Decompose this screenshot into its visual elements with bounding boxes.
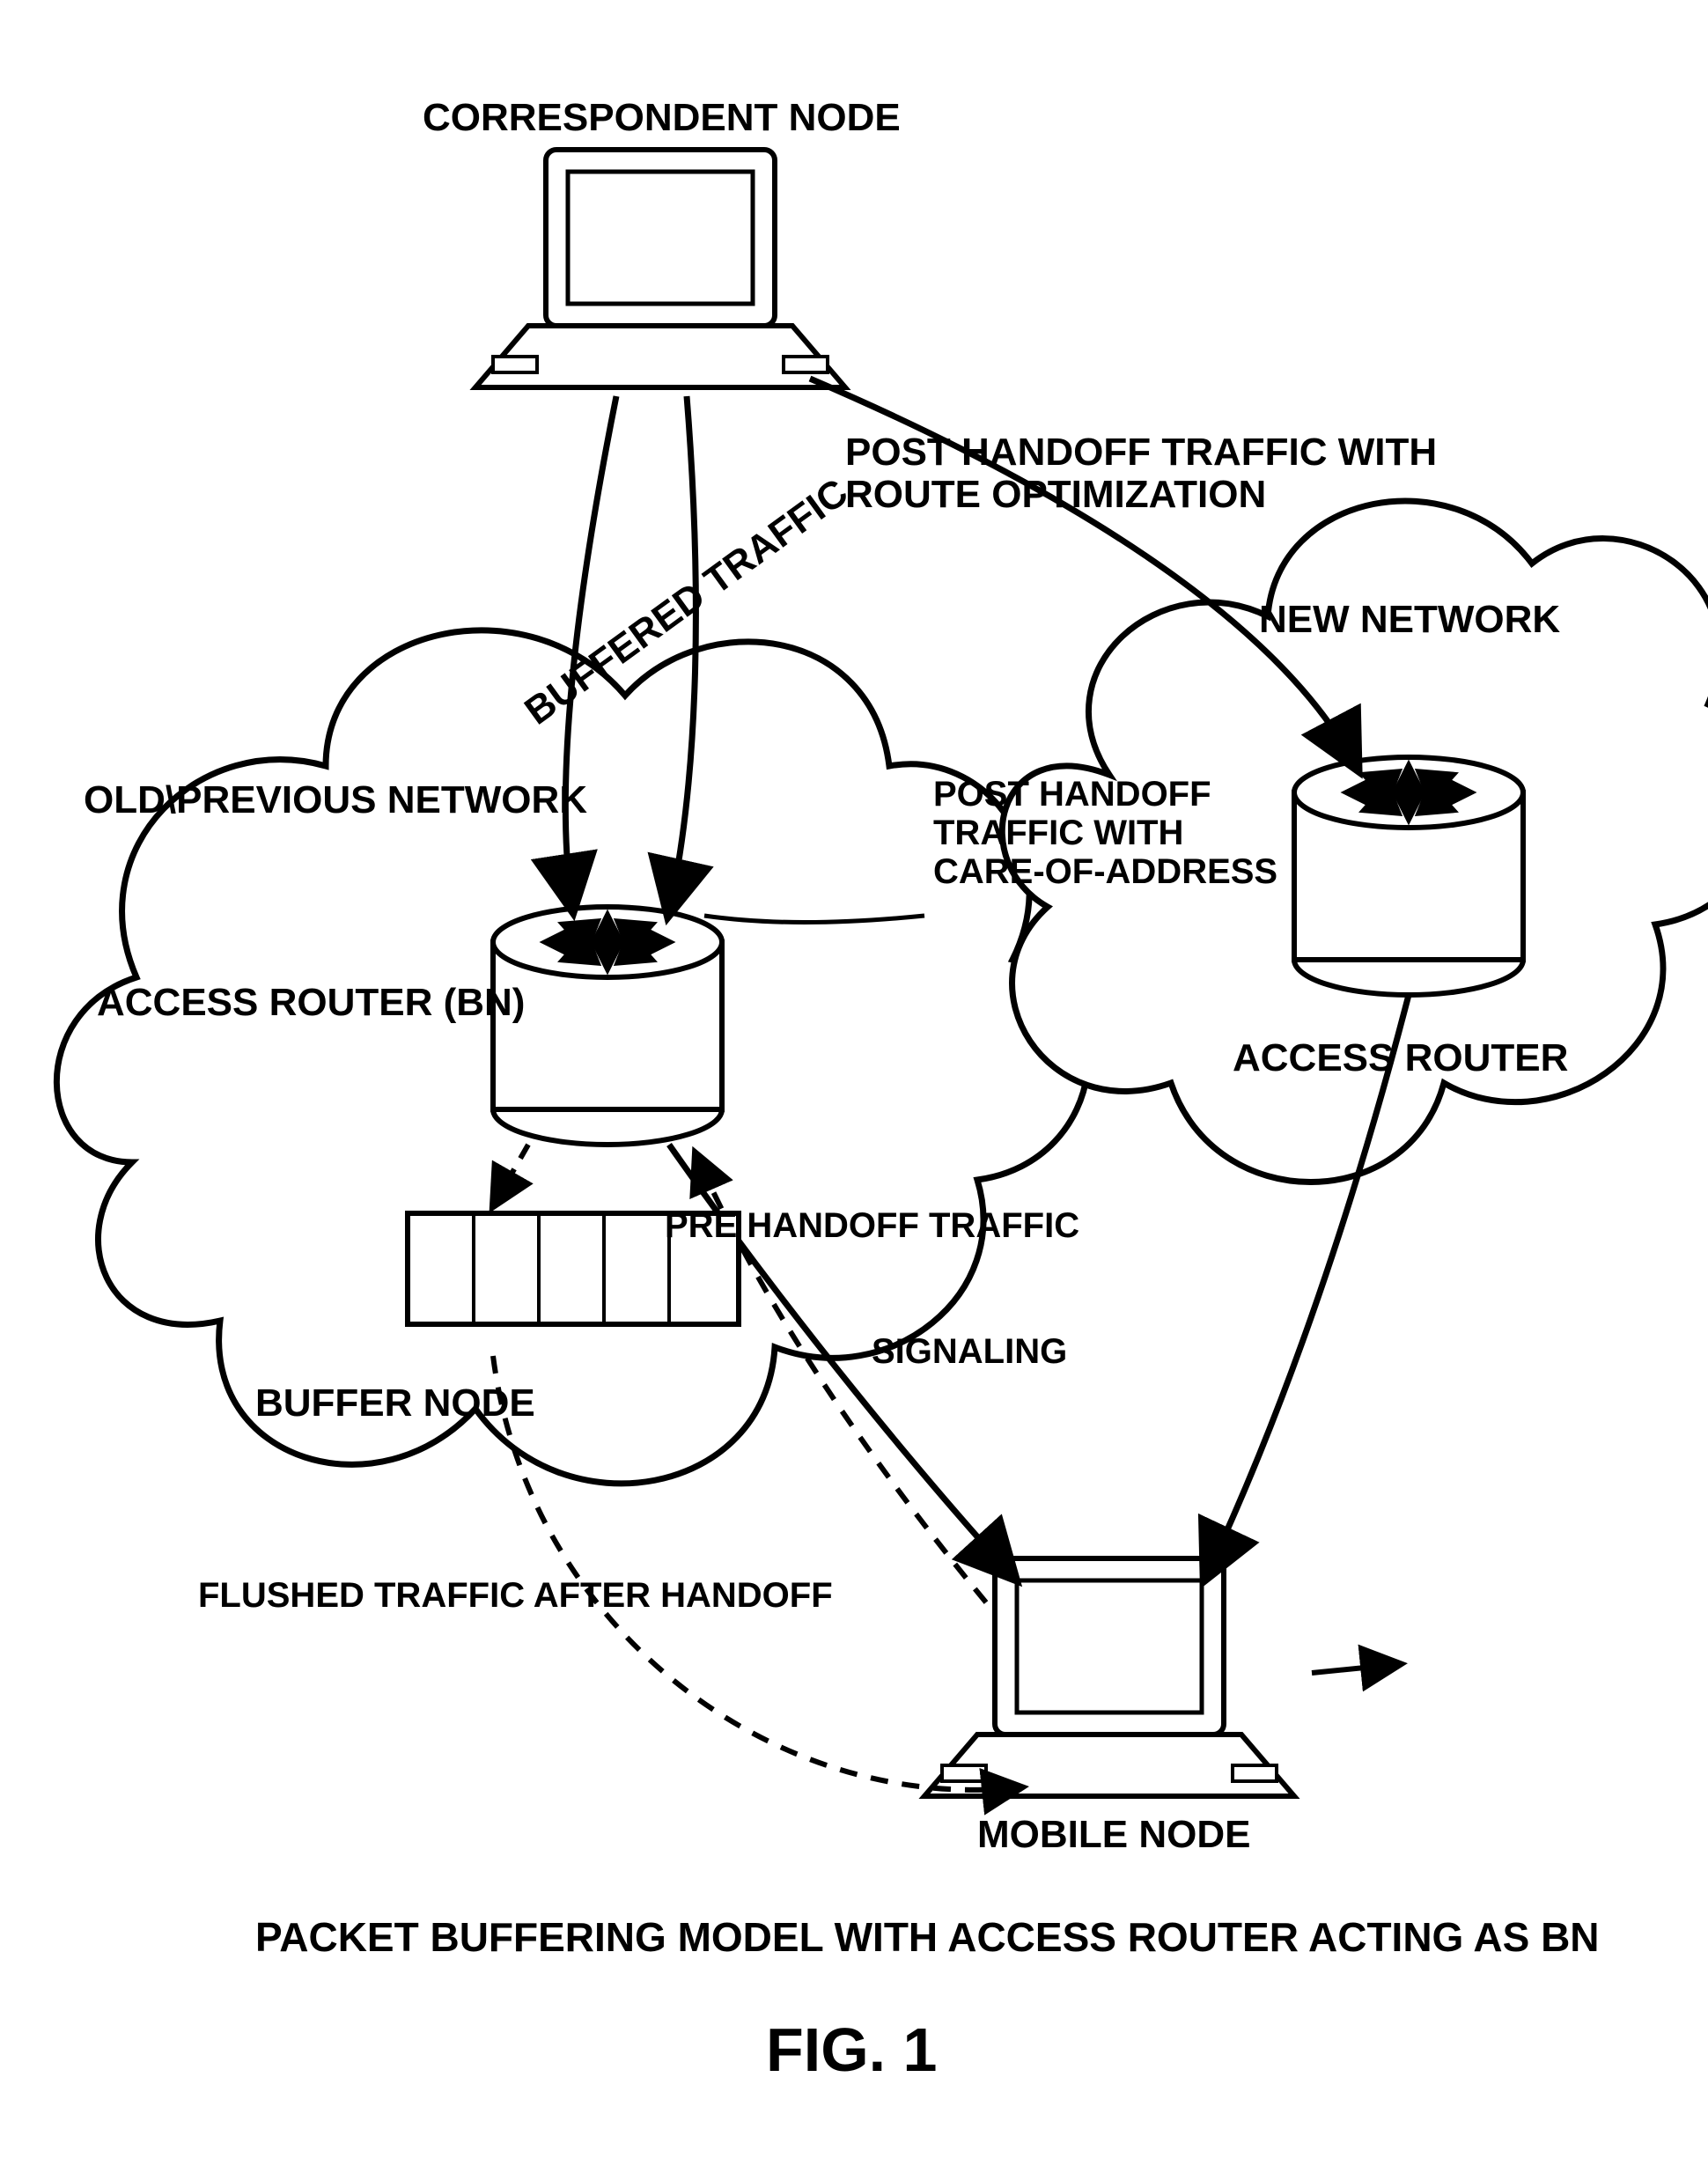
label-signaling: SIGNALING bbox=[872, 1332, 1067, 1371]
label-buffered-traffic: BUFFERED TRAFFIC bbox=[518, 471, 856, 733]
correspondent-laptop bbox=[475, 150, 845, 387]
figure-title: FIG. 1 bbox=[766, 2016, 937, 2084]
flow-post-coa bbox=[669, 396, 696, 911]
mobile-laptop bbox=[924, 1558, 1294, 1796]
label-access-router-new: ACCESS ROUTER bbox=[1233, 1037, 1568, 1079]
label-post-route-opt: POST HANDOFF TRAFFIC WITH ROUTE OPTIMIZA… bbox=[845, 431, 1437, 517]
label-pre-handoff: PRE HANDOFF TRAFFIC bbox=[665, 1206, 1079, 1245]
label-post-coa: POST HANDOFF TRAFFIC WITH CARE-OF-ADDRES… bbox=[933, 775, 1277, 891]
diagram-canvas: CORRESPONDENT NODE POST HANDOFF TRAFFIC … bbox=[0, 0, 1708, 2173]
label-access-router-bn: ACCESS ROUTER (BN) bbox=[97, 982, 525, 1024]
router-old bbox=[493, 907, 722, 1145]
figure-caption: PACKET BUFFERING MODEL WITH ACCESS ROUTE… bbox=[255, 1915, 1600, 1960]
label-mobile-node: MOBILE NODE bbox=[977, 1814, 1250, 1856]
diagram-lines bbox=[0, 0, 1708, 2173]
label-old-network: OLD\PREVIOUS NETWORK bbox=[84, 779, 587, 821]
label-correspondent-node: CORRESPONDENT NODE bbox=[423, 97, 901, 139]
label-new-network: NEW NETWORK bbox=[1259, 599, 1560, 641]
router-new bbox=[1294, 757, 1523, 995]
label-buffer-node: BUFFER NODE bbox=[255, 1382, 535, 1425]
flow-router-to-buffer bbox=[493, 1145, 528, 1206]
flow-flushed bbox=[493, 1356, 1021, 1790]
label-flushed: FLUSHED TRAFFIC AFTER HANDOFF bbox=[198, 1576, 833, 1615]
flow-new-to-mobile bbox=[1206, 995, 1409, 1576]
